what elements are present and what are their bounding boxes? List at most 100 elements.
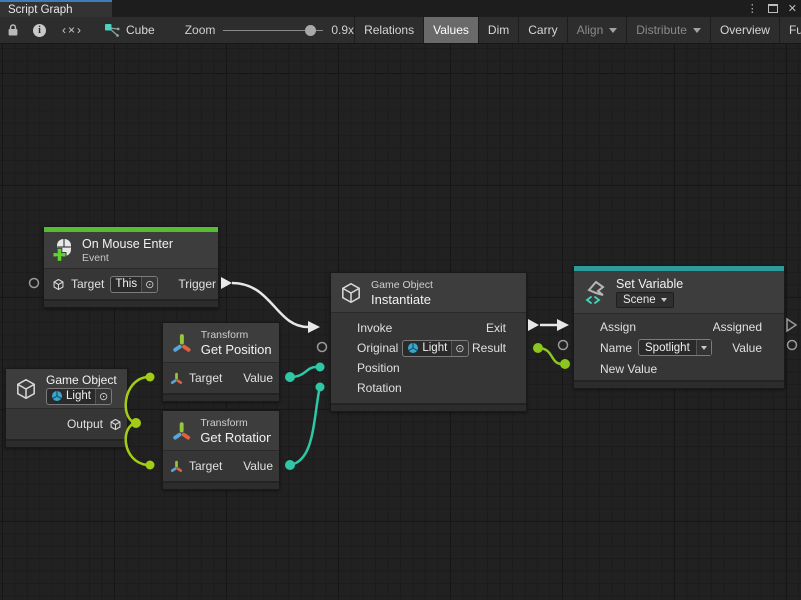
chevron-down-icon [609,28,617,33]
node-category: Game Object [371,279,433,291]
zoom-label: Zoom [185,23,216,37]
lock-button[interactable] [0,17,26,43]
graph-breadcrumb[interactable]: Cube [104,17,155,43]
game-object-value-icon [51,390,63,402]
port-getrotation-value[interactable] [285,460,295,470]
port-label-new-value: New Value [600,362,657,376]
object-picker-icon[interactable]: ⊙ [95,389,111,404]
relations-button[interactable]: Relations [355,17,423,43]
game-object-icon [339,281,363,305]
info-button[interactable]: i [26,17,53,43]
port-result-output[interactable] [533,343,543,353]
port-label-trigger: Trigger [178,277,216,291]
zoom-value: 0.9x [331,23,354,37]
port-label-assigned: Assigned [713,320,762,334]
port-mouseenter-target[interactable] [30,279,39,288]
node-title: Get Rotation [200,430,271,445]
graph-name: Cube [126,23,155,37]
node-set-variable[interactable]: Set Variable Scene Assign Name Spotlight [573,265,785,389]
variable-icon [582,278,608,306]
port-getrotation-target[interactable] [146,461,155,470]
port-label-invoke: Invoke [357,321,392,335]
port-instantiate-rotation[interactable] [316,383,325,392]
port-invoke-input[interactable] [308,321,320,333]
port-assign-input[interactable] [557,319,569,331]
port-label-output: Output [67,417,103,431]
node-title: Instantiate [371,292,433,307]
object-picker-icon[interactable]: ⊙ [141,277,157,292]
port-value-output[interactable] [788,341,797,350]
port-label-rotation: Rotation [357,381,402,395]
port-trigger-output[interactable] [221,277,232,289]
game-object-icon [52,278,65,291]
chevron-down-icon[interactable] [696,340,711,355]
port-getposition-value[interactable] [285,372,295,382]
port-label-value: Value [243,459,273,473]
info-icon: i [33,24,46,37]
chevron-down-icon [693,28,701,33]
port-label-position: Position [357,361,400,375]
values-button[interactable]: Values [424,17,478,43]
transform-icon [171,332,193,354]
wire-output-to-getposition-target [126,377,147,423]
node-category: Transform [201,329,271,341]
transform-icon [170,460,183,473]
object-picker-icon[interactable]: ⊙ [451,341,467,356]
graph-canvas[interactable]: On Mouse Enter Event Target This ⊙ [0,44,801,600]
maximize-icon[interactable] [768,4,778,13]
zoom-slider-handle[interactable] [305,25,316,36]
overview-button[interactable]: Overview [711,17,779,43]
code-preview-button[interactable]: ‹×› [53,17,92,43]
node-subtitle: Event [82,252,173,264]
port-label-assign: Assign [600,320,636,334]
node-instantiate[interactable]: Game Object Instantiate Invoke Original [330,272,527,412]
port-name-input[interactable] [559,341,568,350]
variable-scope-dropdown[interactable]: Scene [616,292,674,308]
wire-value-to-position [290,367,316,377]
wire-trigger-to-invoke [232,283,308,327]
wire-result-to-newvalue [538,348,562,364]
game-object-value-field[interactable]: Light ⊙ [46,388,112,405]
game-object-icon [109,418,122,431]
close-icon[interactable]: ✕ [788,2,797,15]
fullscreen-button[interactable]: Full Screen [780,17,801,43]
node-title: Set Variable [616,277,683,291]
port-original-input[interactable] [318,343,327,352]
carry-button[interactable]: Carry [519,17,566,43]
node-get-rotation[interactable]: Transform Get Rotation Target Valu [162,410,280,490]
node-get-position[interactable]: Transform Get Position Target Valu [162,322,280,402]
dim-button[interactable]: Dim [479,17,518,43]
game-object-value-icon [407,342,419,354]
zoom-slider[interactable] [223,17,323,44]
node-title: On Mouse Enter [82,237,173,251]
port-instantiate-position[interactable] [316,363,325,372]
script-graph-icon [104,23,120,38]
node-on-mouse-enter[interactable]: On Mouse Enter Event Target This ⊙ [43,226,219,308]
target-value-field[interactable]: This ⊙ [110,276,158,293]
window-menu-icon[interactable]: ⋮ [747,2,758,15]
align-button[interactable]: Align [568,17,627,43]
port-getposition-target[interactable] [146,373,155,382]
port-label-value: Value [243,371,273,385]
wire-value-to-rotation [290,391,319,465]
port-newvalue-input[interactable] [560,359,570,369]
port-label-target: Target [189,459,222,473]
distribute-button[interactable]: Distribute [627,17,710,43]
node-game-object-literal[interactable]: Game Object Light ⊙ [5,368,128,448]
node-title: Game Object [46,373,117,387]
variable-name-dropdown[interactable]: Spotlight [638,339,712,356]
tab-script-graph[interactable]: Script Graph [0,0,112,17]
code-icon: ‹×› [62,23,83,37]
port-exit-output[interactable] [528,319,539,331]
port-label-result: Result [472,341,506,355]
port-light-output[interactable] [131,418,141,428]
port-assigned-output[interactable] [787,319,796,331]
port-label-value: Value [732,341,762,355]
original-value-field[interactable]: Light ⊙ [402,340,468,357]
port-label-target: Target [71,277,104,291]
script-graph-window: Script Graph ⋮ ✕ i ‹×› [0,0,801,600]
mouse-enter-icon [52,238,74,262]
port-label-exit: Exit [486,321,506,335]
tab-title: Script Graph [8,4,73,16]
port-label-name: Name [600,341,632,355]
